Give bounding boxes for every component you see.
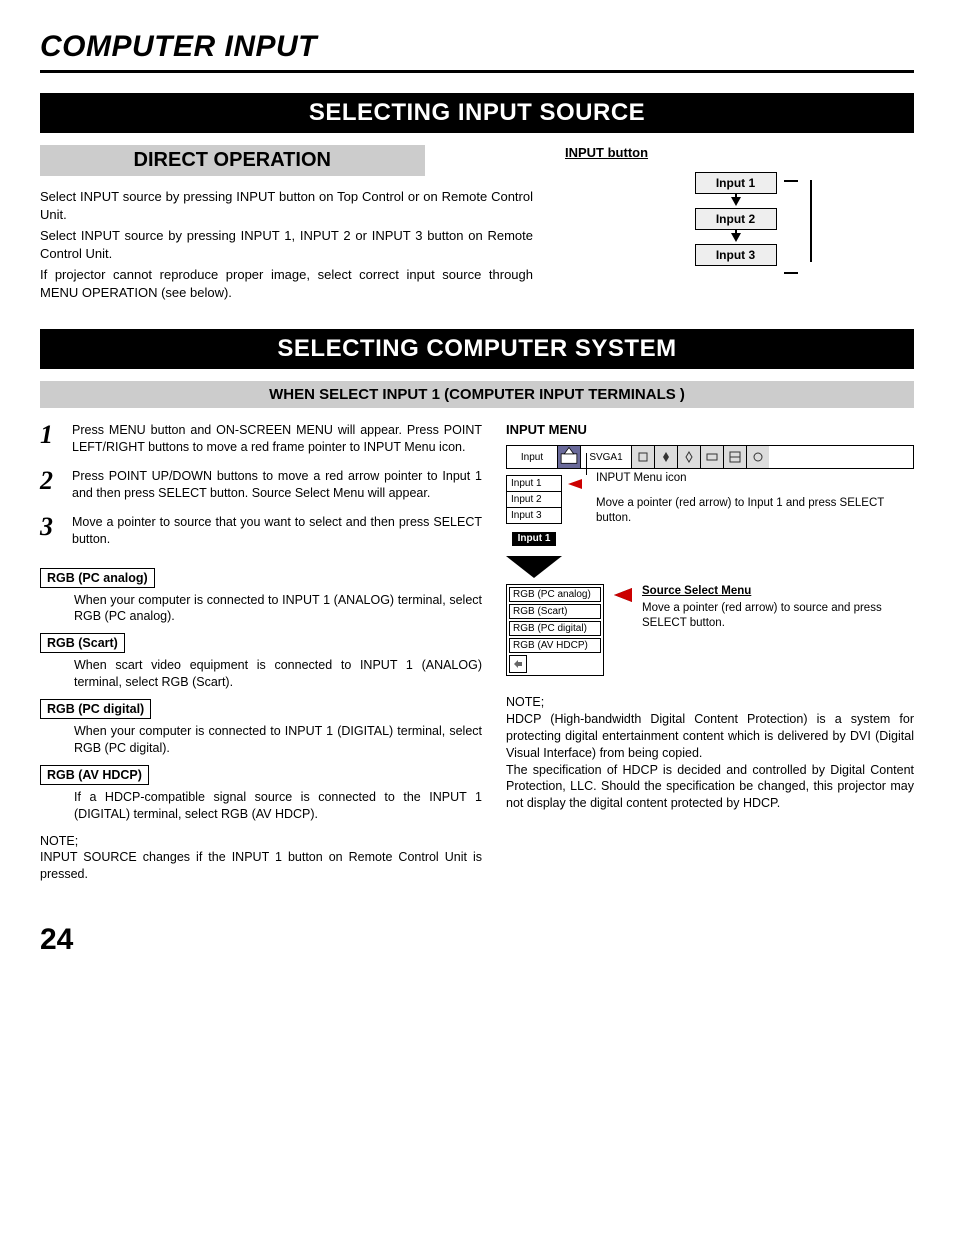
direct-op-paragraph-2: Select INPUT source by pressing INPUT 1,… <box>40 227 533 262</box>
annot-source-select-menu: Source Select Menu Move a pointer (red a… <box>642 584 914 631</box>
step-3: 3 Move a pointer to source that you want… <box>40 514 482 548</box>
input-option-1-label: Input 1 <box>716 176 755 190</box>
red-arrow-icon <box>614 588 632 602</box>
big-arrow-down: Input 1 <box>506 532 914 578</box>
label-rgb-av-hdcp: RGB (AV HDCP) <box>40 765 149 785</box>
source-row-3: RGB (PC digital) <box>509 621 601 636</box>
step-text: Press POINT UP/DOWN buttons to move a re… <box>72 468 482 502</box>
note-text: INPUT SOURCE changes if the INPUT 1 butt… <box>40 850 482 881</box>
arrow-down-icon <box>731 233 741 242</box>
step-1: 1 Press MENU button and ON-SCREEN MENU w… <box>40 422 482 456</box>
input-option-3: Input 3 <box>695 244 777 266</box>
osd-icon-5 <box>724 446 747 468</box>
banner-selecting-input-source: SELECTING INPUT SOURCE <box>40 93 914 133</box>
direct-op-paragraph-3: If projector cannot reproduce proper ima… <box>40 266 533 301</box>
osd-input-icon <box>558 446 581 468</box>
heading-when-select-input1: WHEN SELECT INPUT 1 (COMPUTER INPUT TERM… <box>40 381 914 408</box>
loop-line <box>784 180 798 182</box>
note-label: NOTE; <box>506 695 544 709</box>
big-arrow-label: Input 1 <box>512 532 556 546</box>
source-select-menu-text: Move a pointer (red arrow) to source and… <box>642 602 882 629</box>
osd-input-row-1: Input 1 <box>506 475 562 492</box>
step-number: 3 <box>40 514 72 548</box>
osd-top-bar: Input SVGA1 <box>506 445 914 469</box>
osd-label-input: Input <box>507 446 558 468</box>
label-rgb-pc-analog: RGB (PC analog) <box>40 568 155 588</box>
step-text: Move a pointer to source that you want t… <box>72 514 482 548</box>
text-rgb-pc-digital: When your computer is connected to INPUT… <box>74 723 482 757</box>
label-rgb-pc-digital: RGB (PC digital) <box>40 699 151 719</box>
step-2: 2 Press POINT UP/DOWN buttons to move a … <box>40 468 482 502</box>
title-rule <box>40 70 914 73</box>
arrow-down-icon <box>731 197 741 206</box>
source-row-1: RGB (PC analog) <box>509 587 601 602</box>
annot-move-pointer: Move a pointer (red arrow) to Input 1 an… <box>596 496 914 526</box>
source-back-icon <box>509 655 527 673</box>
source-row-4: RGB (AV HDCP) <box>509 638 601 653</box>
page-number: 24 <box>40 923 914 957</box>
text-rgb-av-hdcp: If a HDCP-compatible signal source is co… <box>74 789 482 823</box>
source-select-menu: RGB (PC analog) RGB (Scart) RGB (PC digi… <box>506 584 604 676</box>
red-arrow-icon <box>568 479 582 489</box>
osd-mode-label: SVGA1 <box>581 446 632 468</box>
input-option-1: Input 1 <box>695 172 777 194</box>
osd-input-row-2: Input 2 <box>506 492 562 508</box>
loop-line <box>810 180 812 262</box>
text-rgb-scart: When scart video equipment is connected … <box>74 657 482 691</box>
osd-icon-3 <box>678 446 701 468</box>
text-rgb-pc-analog: When your computer is connected to INPUT… <box>74 592 482 626</box>
input-cycle-diagram: Input 1 Input 2 Input 3 <box>676 168 796 284</box>
hdcp-note: NOTE; HDCP (High-bandwidth Digital Conte… <box>506 694 914 812</box>
input-option-2-label: Input 2 <box>716 212 755 226</box>
osd-input-row-3: Input 3 <box>506 508 562 524</box>
banner-selecting-computer-system: SELECTING COMPUTER SYSTEM <box>40 329 914 369</box>
osd-icon-1 <box>632 446 655 468</box>
annot-input-menu-icon: INPUT Menu icon <box>596 471 914 486</box>
input-option-2: Input 2 <box>695 208 777 230</box>
osd-diagram: Input SVGA1 Input 1 Input 2 Input 3 <box>506 445 914 676</box>
page-title: COMPUTER INPUT <box>40 30 914 64</box>
step-text: Press MENU button and ON-SCREEN MENU wil… <box>72 422 482 456</box>
step-number: 1 <box>40 422 72 456</box>
input-menu-title: INPUT MENU <box>506 422 914 437</box>
osd-icon-6 <box>747 446 769 468</box>
osd-input-list: Input 1 Input 2 Input 3 <box>506 475 562 524</box>
note-text: HDCP (High-bandwidth Digital Content Pro… <box>506 712 914 810</box>
source-select-menu-title: Source Select Menu <box>642 584 914 599</box>
loop-line <box>784 272 798 274</box>
osd-icon-4 <box>701 446 724 468</box>
heading-direct-operation: DIRECT OPERATION <box>40 145 425 176</box>
step-number: 2 <box>40 468 72 502</box>
source-row-2: RGB (Scart) <box>509 604 601 619</box>
direct-op-paragraph-1: Select INPUT source by pressing INPUT bu… <box>40 188 533 223</box>
left-note: NOTE; INPUT SOURCE changes if the INPUT … <box>40 833 482 884</box>
input-button-label: INPUT button <box>557 145 914 160</box>
note-label: NOTE; <box>40 834 78 848</box>
input-option-3-label: Input 3 <box>716 248 755 262</box>
label-rgb-scart: RGB (Scart) <box>40 633 125 653</box>
osd-icon-2 <box>655 446 678 468</box>
